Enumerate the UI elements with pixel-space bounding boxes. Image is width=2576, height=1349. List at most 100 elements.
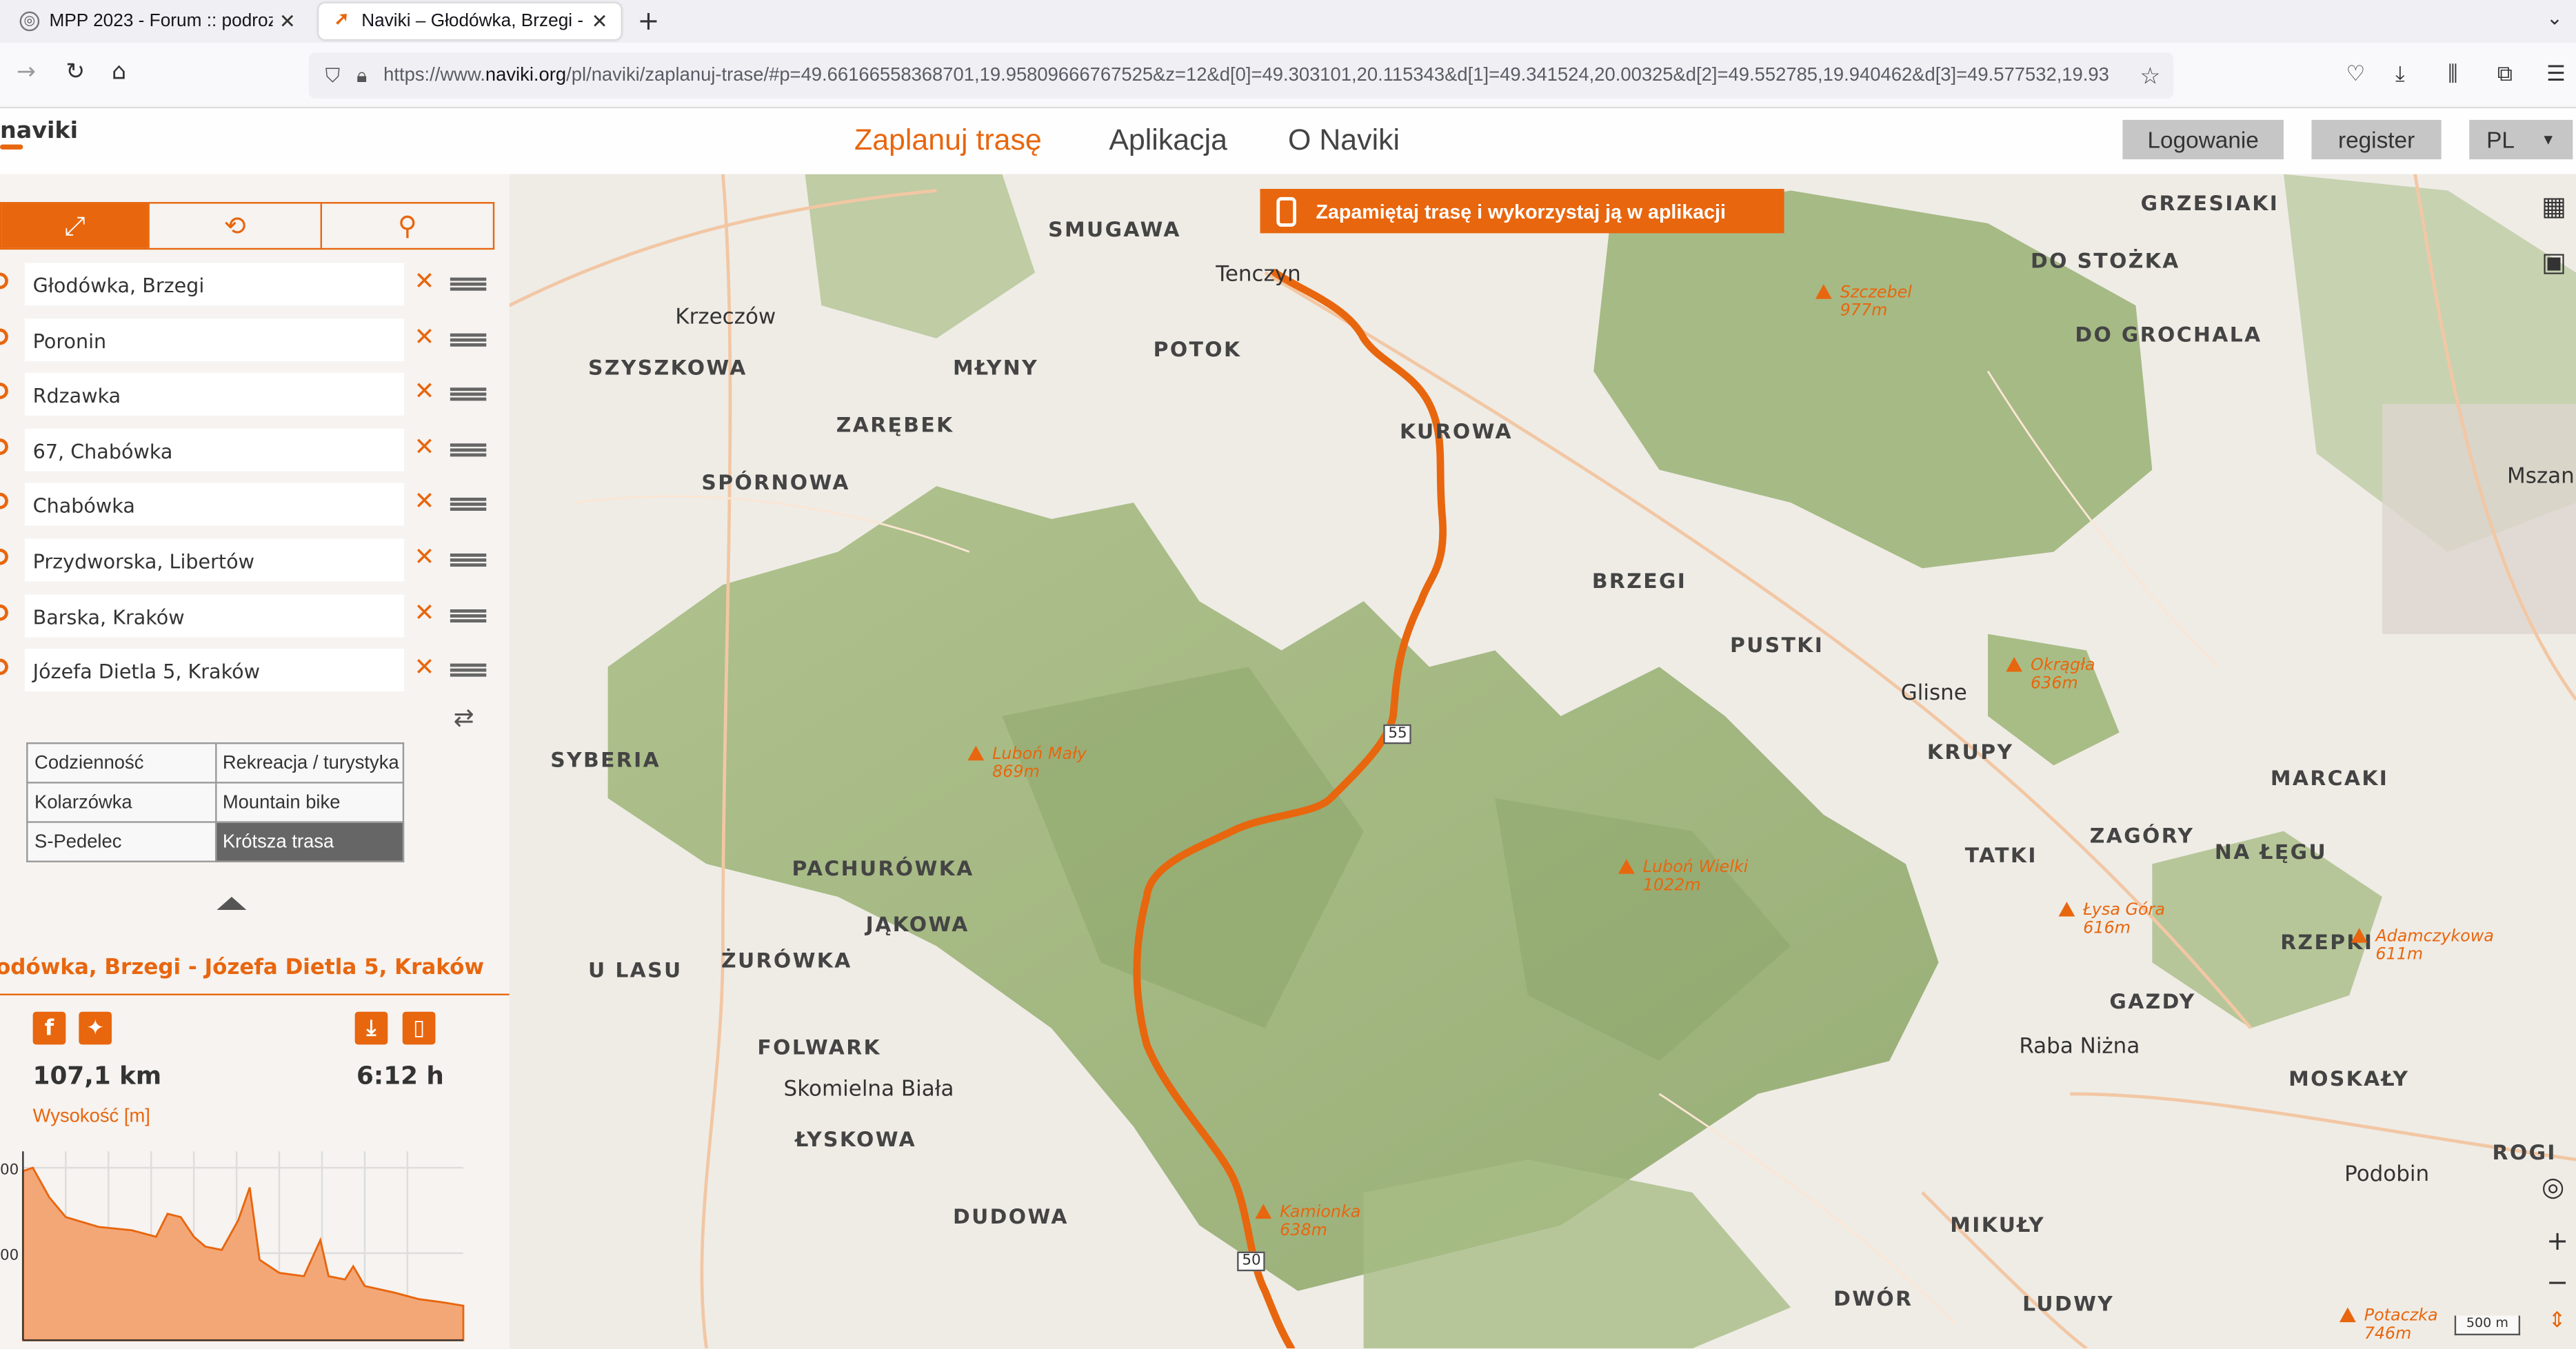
peak-triangle-icon: [2351, 928, 2368, 943]
zoom-in-button[interactable]: +: [2546, 1225, 2568, 1256]
url-bar[interactable]: ⛉ 🔒︎ https://www.naviki.org/pl/naviki/za…: [308, 52, 2174, 99]
locate-icon[interactable]: ◎: [2542, 1171, 2564, 1202]
peak-triangle-icon: [2058, 902, 2075, 917]
waypoint-input[interactable]: 67, Chabówka: [24, 428, 405, 471]
zoom-out-button[interactable]: −: [2546, 1266, 2568, 1297]
drag-handle-icon[interactable]: [450, 333, 487, 347]
waypoint-input[interactable]: Poronin: [24, 318, 405, 362]
banner-text: Zapamiętaj trasę i wykorzystaj ją w apli…: [1316, 199, 1726, 223]
peak-marker[interactable]: Adamczykowa 611m: [2351, 928, 2494, 964]
drag-handle-icon[interactable]: [450, 497, 487, 511]
nav-app[interactable]: Aplikacja: [1109, 123, 1227, 158]
profile-shortest[interactable]: Krótsza trasa: [214, 821, 405, 862]
profile-recreation[interactable]: Rekreacja / turystyka: [214, 742, 405, 784]
profile-s-pedelec[interactable]: S-Pedelec: [26, 821, 217, 862]
download-icon[interactable]: ⤓: [2395, 63, 2405, 88]
close-icon[interactable]: ✕: [592, 10, 608, 32]
register-button[interactable]: register: [2311, 119, 2442, 160]
map-view[interactable]: SMUGAWA Tenczyn Krzeczów SZYSZKOWA MŁYNY…: [509, 174, 2576, 1349]
waypoint-input[interactable]: Rdzawka: [24, 372, 405, 416]
naviki-logo[interactable]: naviki: [0, 119, 78, 150]
drag-handle-icon[interactable]: [450, 609, 487, 623]
send-to-app-icon[interactable]: ▯: [402, 1011, 436, 1045]
map-label: KRUPY: [1926, 739, 2014, 764]
layers-icon[interactable]: ▦: [2542, 190, 2566, 221]
remove-waypoint-icon[interactable]: ✕: [414, 486, 434, 516]
elev-tick: 00: [0, 1247, 19, 1264]
nav-about[interactable]: O Naviki: [1288, 123, 1400, 158]
profile-racing-bike[interactable]: Kolarzówka: [26, 782, 217, 823]
nav-plan-route[interactable]: Zaplanuj trasę: [854, 123, 1042, 158]
peak-marker[interactable]: Łysa Góra 616m: [2058, 902, 2165, 938]
new-tab-button[interactable]: +: [637, 5, 659, 36]
remove-waypoint-icon[interactable]: ✕: [414, 542, 434, 571]
forward-icon[interactable]: →: [17, 59, 36, 85]
remove-waypoint-icon[interactable]: ✕: [414, 376, 434, 406]
pocket-icon[interactable]: ♡: [2346, 63, 2365, 88]
tab-route[interactable]: ⤢: [1, 203, 148, 248]
bookmark-star-icon[interactable]: ☆: [2140, 61, 2160, 90]
facebook-icon[interactable]: f: [32, 1011, 66, 1045]
browser-tab-forum[interactable]: ◎ MPP 2023 - Forum :: podrozerowerowe.in…: [7, 3, 309, 39]
drag-handle-icon[interactable]: [450, 387, 487, 401]
map-label: GRZESIAKI: [2140, 190, 2280, 216]
tab-search[interactable]: ⚲: [320, 203, 493, 248]
waypoint-dot-icon: [0, 383, 8, 399]
save-route-app-banner[interactable]: Zapamiętaj trasę i wykorzystaj ją w apli…: [1260, 189, 1784, 234]
waypoint-row: Poronin ✕: [0, 318, 510, 362]
extensions-icon[interactable]: ⧉: [2497, 63, 2513, 88]
map-label: NA ŁĘGU: [2214, 839, 2328, 864]
twitter-icon[interactable]: ✦: [79, 1011, 112, 1045]
chevron-down-icon[interactable]: ⌄: [2546, 7, 2563, 30]
remove-waypoint-icon[interactable]: ✕: [414, 598, 434, 627]
peak-marker[interactable]: Okrągła 636m: [2006, 657, 2095, 693]
map-label: LUDWY: [2022, 1290, 2115, 1316]
peak-marker[interactable]: Luboń Wielki 1022m: [1618, 859, 1748, 895]
peak-marker[interactable]: Szczebel 977m: [1815, 284, 1912, 321]
peak-marker[interactable]: Luboń Mały 869m: [967, 745, 1087, 782]
map-label: DO STOŻKA: [2031, 247, 2180, 273]
road-number-50: 50: [1237, 1251, 1266, 1272]
phone-icon: [1276, 196, 1296, 226]
waypoint-input[interactable]: Głodówka, Brzegi: [24, 263, 405, 306]
waypoint-dot-icon: [0, 438, 8, 456]
peak-triangle-icon: [1255, 1204, 1272, 1219]
waypoint-input[interactable]: Józefa Dietla 5, Kraków: [24, 649, 405, 692]
remove-waypoint-icon[interactable]: ✕: [414, 652, 434, 682]
map-label: DUDOWA: [952, 1204, 1069, 1229]
map-label: PUSTKI: [1729, 632, 1824, 658]
download-gpx-icon[interactable]: ⤓: [354, 1011, 388, 1045]
compass-icon[interactable]: ⇕: [2548, 1309, 2566, 1334]
remove-waypoint-icon[interactable]: ✕: [414, 322, 434, 352]
language-select[interactable]: PL ▼: [2469, 119, 2573, 160]
peak-triangle-icon: [2339, 1307, 2356, 1323]
map-label: Mszan: [2507, 465, 2575, 490]
tab-roundtrip[interactable]: ⟲: [148, 203, 320, 248]
elevation-label: Wysokość [m]: [32, 1106, 150, 1127]
login-button[interactable]: Logowanie: [2122, 119, 2284, 160]
profile-mountain-bike[interactable]: Mountain bike: [214, 782, 405, 823]
profile-everyday[interactable]: Codzienność: [26, 742, 217, 784]
waypoint-input[interactable]: Barska, Kraków: [24, 594, 405, 638]
map-label: BRZEGI: [1591, 568, 1687, 594]
close-icon[interactable]: ✕: [279, 10, 296, 32]
drag-handle-icon[interactable]: [450, 553, 487, 567]
library-icon[interactable]: ⫼: [2448, 63, 2457, 88]
reverse-route-icon[interactable]: ⇄: [454, 703, 474, 733]
peak-marker[interactable]: Potaczka 746m: [2339, 1307, 2438, 1343]
remove-waypoint-icon[interactable]: ✕: [414, 266, 434, 296]
home-icon[interactable]: ⌂: [112, 59, 126, 85]
browser-tab-naviki[interactable]: ➚ Naviki – Głodówka, Brzegi - Józefa Die…: [319, 3, 621, 40]
menu-icon[interactable]: ☰: [2546, 63, 2566, 88]
peak-marker[interactable]: Kamionka 638m: [1255, 1204, 1360, 1240]
collapse-triangle-icon[interactable]: [217, 896, 247, 911]
map-style-icon[interactable]: ▣: [2542, 246, 2566, 277]
drag-handle-icon[interactable]: [450, 663, 487, 677]
remove-waypoint-icon[interactable]: ✕: [414, 432, 434, 462]
drag-handle-icon[interactable]: [450, 443, 487, 457]
reload-icon[interactable]: ↻: [66, 59, 85, 85]
drag-handle-icon[interactable]: [450, 277, 487, 291]
waypoint-input[interactable]: Przydworska, Libertów: [24, 538, 405, 582]
map-terrain: [509, 174, 2576, 1349]
waypoint-input[interactable]: Chabówka: [24, 483, 405, 526]
